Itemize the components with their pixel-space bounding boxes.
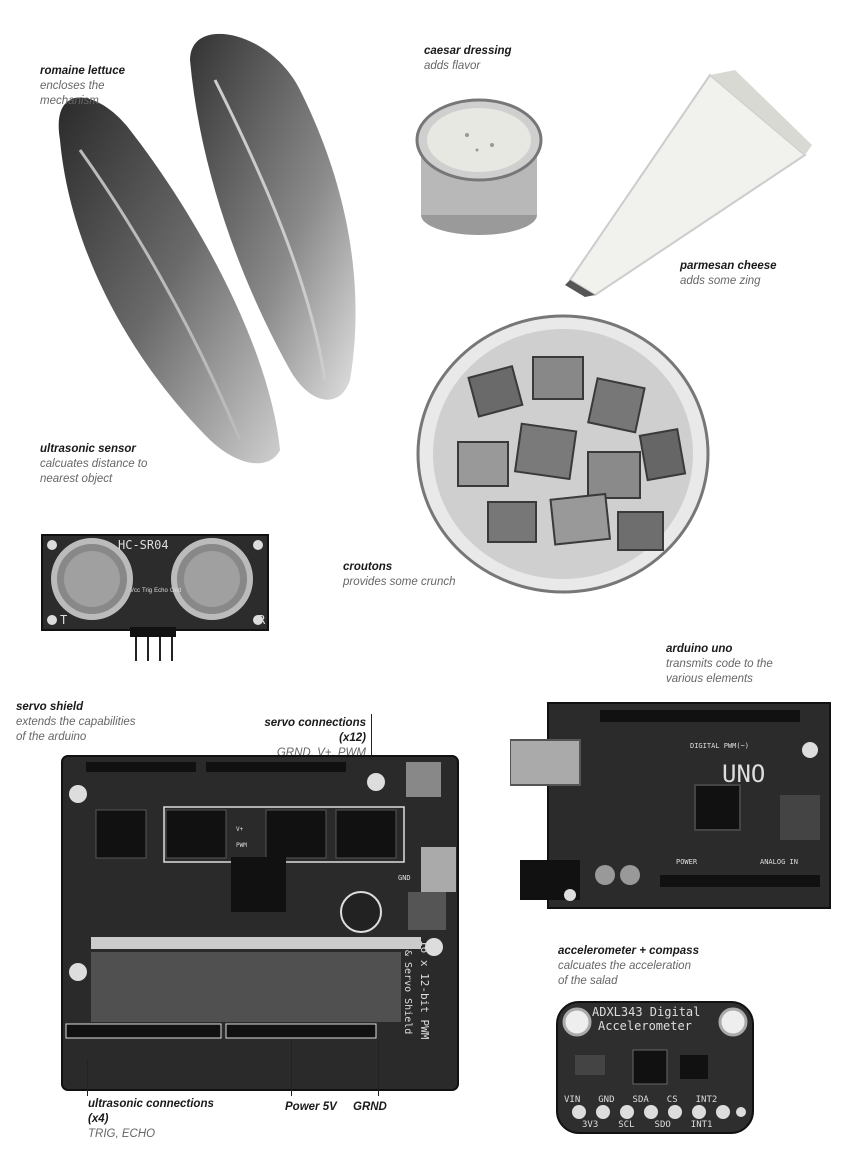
accel-caption: accelerometer + compass calcuates the ac…	[558, 944, 699, 989]
servo-shield-caption: servo shield extends the capabilities of…	[16, 700, 136, 745]
accel-desc-1: calcuates the acceleration	[558, 960, 691, 972]
arduino-desc-1: transmits code to the	[666, 658, 773, 670]
accel-desc-2: of the salad	[558, 975, 618, 987]
ultra-conn-title2: (x4)	[88, 1113, 109, 1125]
accel-pin-sda: SDA	[632, 1095, 649, 1105]
hc-sr04-sensor-image	[41, 534, 269, 661]
hc-pin-echo: Echo	[154, 588, 168, 594]
digital-pwm-label: DIGITAL PWM(~)	[690, 742, 750, 750]
power-leader	[291, 1040, 292, 1096]
power-title: Power 5V	[285, 1101, 337, 1113]
power-caption: Power 5V	[285, 1100, 337, 1115]
arduino-caption: arduino uno transmits code to the variou…	[666, 642, 773, 687]
power-board-label: POWER	[676, 858, 698, 866]
parmesan-title: parmesan cheese	[680, 260, 777, 272]
hcsr04-t-label: T	[60, 613, 68, 627]
grnd-caption: GRND	[353, 1100, 387, 1115]
accel-pin-vin: VIN	[564, 1095, 581, 1105]
analog-in-label: ANALOG IN	[760, 858, 798, 866]
romaine-desc-1: encloses the	[40, 80, 105, 92]
ultrasonic-desc-1: calcuates distance to	[40, 458, 148, 470]
servo-shield-desc-1: extends the capabilities	[16, 716, 136, 728]
romaine-caption: romaine lettuce encloses the mechanism	[40, 64, 125, 109]
hc-pin-trig: Trig	[142, 588, 153, 594]
uno-label: UNO	[722, 760, 766, 788]
accel-pins-bottom: 3V3 SCL SDO INT1	[582, 1120, 712, 1130]
servo-shield-desc-2: of the arduino	[16, 731, 87, 743]
shield-title2-label: & Servo Shield	[402, 950, 413, 1035]
dressing-caption: caesar dressing adds flavor	[424, 44, 512, 74]
croutons-title: croutons	[343, 561, 393, 573]
accel-pin-cs: CS	[666, 1095, 678, 1105]
accel-pin-gnd: GND	[598, 1095, 615, 1105]
caesar-dressing-image	[415, 98, 543, 235]
parmesan-desc: adds some zing	[680, 275, 761, 287]
parmesan-caption: parmesan cheese adds some zing	[680, 259, 777, 289]
ultra-conn-caption: ultrasonic connections (x4) TRIG, ECHO	[88, 1097, 214, 1142]
arduino-uno-image	[510, 702, 831, 909]
croutons-caption: croutons provides some crunch	[343, 560, 456, 590]
ultra-conn-title: ultrasonic connections	[88, 1098, 214, 1110]
arduino-desc-2: various elements	[666, 673, 753, 685]
accel-pin-3v3: 3V3	[582, 1120, 599, 1130]
hc-pin-gnd: Gnd	[169, 588, 182, 594]
accel-title: accelerometer + compass	[558, 945, 699, 957]
ultra-conn-desc: TRIG, ECHO	[88, 1128, 156, 1140]
accel-pin-scl: SCL	[618, 1120, 635, 1130]
romaine-title: romaine lettuce	[40, 65, 125, 77]
hcsr04-pin-labels: Vcc Trig Echo Gnd	[130, 588, 181, 594]
dressing-title: caesar dressing	[424, 45, 512, 57]
hc-pin-vcc: Vcc	[130, 588, 141, 594]
arduino-title: arduino uno	[666, 643, 733, 655]
accel-board-title: ADXL343 Digital	[592, 1005, 701, 1019]
accel-pins-top: VIN GND SDA CS INT2	[564, 1095, 717, 1105]
accel-board-title2: Accelerometer	[598, 1019, 692, 1033]
servo-shield-title: servo shield	[16, 701, 84, 713]
dressing-desc: adds flavor	[424, 60, 481, 72]
servo-conn-title: servo connections (x12)	[264, 717, 366, 744]
accel-pin-int1: INT1	[690, 1120, 713, 1130]
shield-title-label: 16 x 12-bit PWM	[418, 940, 431, 1040]
romaine-desc-2: mechanism	[40, 95, 99, 107]
ultrasonic-title: ultrasonic sensor	[40, 443, 136, 455]
accel-pin-int2: INT2	[695, 1095, 718, 1105]
shield-gnd-label: GND	[398, 874, 411, 882]
hcsr04-label: HC-SR04	[118, 538, 169, 552]
accel-pin-sdo: SDO	[654, 1120, 671, 1130]
shield-vplus-label: V+	[236, 826, 244, 833]
hcsr04-r-label: R	[258, 613, 266, 627]
ultra-conn-leader	[87, 1060, 88, 1096]
ultrasonic-desc-2: nearest object	[40, 473, 113, 485]
shield-pwm-label: PWM	[236, 842, 247, 849]
grnd-leader	[378, 1040, 379, 1096]
croutons-image	[416, 314, 710, 594]
servo-shield-image	[61, 755, 459, 1091]
ultrasonic-caption: ultrasonic sensor calcuates distance to …	[40, 442, 147, 487]
grnd-title: GRND	[353, 1101, 387, 1113]
croutons-desc: provides some crunch	[343, 576, 456, 588]
